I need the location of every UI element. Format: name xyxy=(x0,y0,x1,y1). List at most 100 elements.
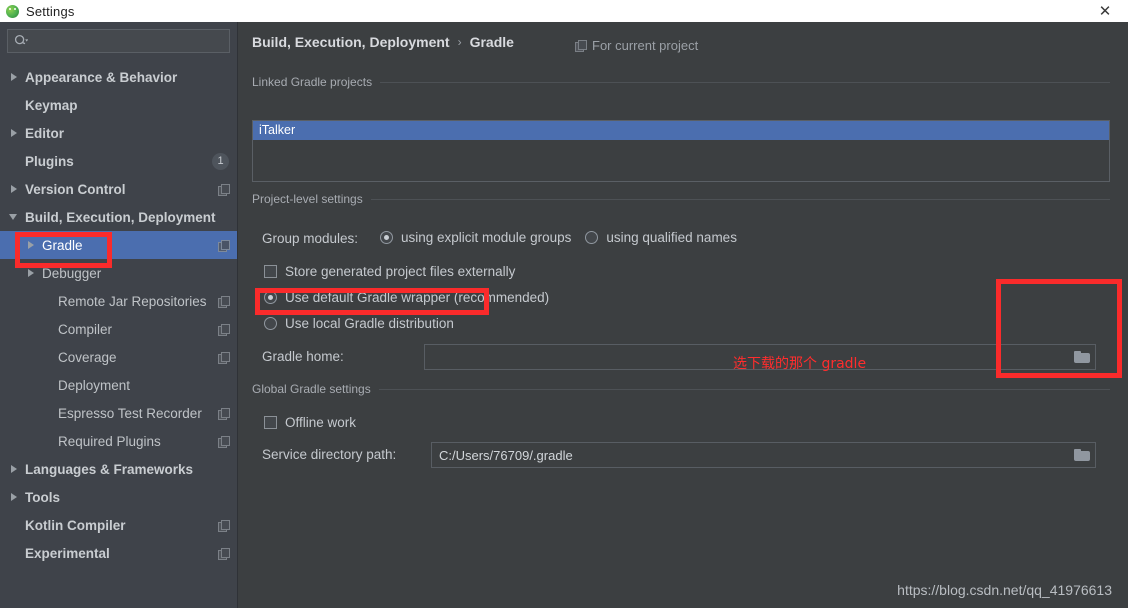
search-area xyxy=(0,22,237,59)
sidebar-item-label: Compiler xyxy=(58,321,113,337)
android-studio-icon xyxy=(4,2,22,20)
sidebar-item-kotlin-compiler[interactable]: Kotlin Compiler xyxy=(0,511,237,539)
breadcrumb-parent[interactable]: Build, Execution, Deployment xyxy=(252,34,450,50)
radio-using-qualified-names[interactable] xyxy=(585,231,599,244)
sidebar-item-label: Plugins xyxy=(25,153,74,169)
settings-sidebar: Appearance & Behavior Keymap Editor Plugins… xyxy=(0,22,238,608)
folder-icon xyxy=(1074,351,1090,363)
sidebar-item-label: Deployment xyxy=(58,377,131,393)
sidebar-item-label: Editor xyxy=(25,125,64,141)
sidebar-item-label: Version Control xyxy=(25,181,126,197)
sidebar-item-tools[interactable]: Tools xyxy=(0,483,237,511)
status-badge: 1 xyxy=(212,152,229,170)
chevron-right-icon[interactable] xyxy=(9,72,20,83)
sidebar-item-editor[interactable]: Editor xyxy=(0,119,237,147)
copy-settings-icon[interactable] xyxy=(218,435,230,448)
copy-settings-icon[interactable] xyxy=(218,407,230,420)
folder-icon xyxy=(1074,449,1090,461)
sidebar-item-version-control[interactable]: Version Control xyxy=(0,175,237,203)
chevron-down-icon[interactable] xyxy=(9,212,20,223)
chevron-right-icon[interactable] xyxy=(9,184,20,195)
sidebar-item-required-plugins[interactable]: Required Plugins xyxy=(0,427,237,455)
store-externally-label[interactable]: Store generated project files externally xyxy=(285,264,515,279)
sidebar-item-label: Remote Jar Repositories xyxy=(58,293,207,309)
window-title: Settings xyxy=(26,3,75,19)
offline-work-row[interactable]: Offline work xyxy=(264,415,356,430)
sidebar-item-label: Debugger xyxy=(42,265,102,281)
store-externally-row[interactable]: Store generated project files externally xyxy=(264,264,515,279)
section-linked-projects-label: Linked Gradle projects xyxy=(252,75,373,89)
close-icon[interactable]: ✕ xyxy=(1082,0,1128,22)
checkbox-store-generated-project-files-externally[interactable] xyxy=(264,265,277,278)
section-project-level: Project-level settings xyxy=(252,192,1110,206)
sidebar-item-experimental[interactable]: Experimental xyxy=(0,539,237,567)
service-directory-value[interactable]: C:/Users/76709/.gradle xyxy=(432,448,1069,463)
radio-use-local-gradle-distribution[interactable] xyxy=(264,317,277,330)
use-default-wrapper-label[interactable]: Use default Gradle wrapper (recommended) xyxy=(285,290,549,305)
section-project-level-label: Project-level settings xyxy=(252,192,363,206)
sidebar-item-compiler[interactable]: Compiler xyxy=(0,315,237,343)
breadcrumb-current: Gradle xyxy=(469,34,514,50)
sidebar-item-label: Keymap xyxy=(25,97,78,113)
chevron-right-icon: › xyxy=(457,35,462,49)
sidebar-item-label: Kotlin Compiler xyxy=(25,517,126,533)
sidebar-item-plugins[interactable]: Plugins 1 xyxy=(0,147,237,175)
radio-using-qualified-names-label[interactable]: using qualified names xyxy=(606,230,737,245)
list-item[interactable]: iTalker xyxy=(253,121,1109,140)
group-modules-options: using explicit module groups using quali… xyxy=(380,230,737,245)
sidebar-item-espresso-test-recorder[interactable]: Espresso Test Recorder xyxy=(0,399,237,427)
sidebar-item-build-execution-deployment[interactable]: Build, Execution, Deployment xyxy=(0,203,237,231)
section-global-settings-label: Global Gradle settings xyxy=(252,382,371,396)
chevron-right-icon[interactable] xyxy=(26,240,37,251)
linked-projects-list[interactable]: iTalker xyxy=(252,120,1110,182)
copy-settings-icon[interactable] xyxy=(218,323,230,336)
chevron-right-icon[interactable] xyxy=(9,128,20,139)
service-directory-field[interactable]: C:/Users/76709/.gradle xyxy=(431,442,1096,468)
search-box[interactable] xyxy=(7,29,230,53)
breadcrumb: Build, Execution, Deployment › Gradle xyxy=(252,34,514,50)
sidebar-item-appearance-behavior[interactable]: Appearance & Behavior xyxy=(0,63,237,91)
sidebar-item-deployment[interactable]: Deployment xyxy=(0,371,237,399)
service-directory-label: Service directory path: xyxy=(262,447,397,462)
copy-settings-icon[interactable] xyxy=(218,295,230,308)
copy-settings-icon[interactable] xyxy=(218,239,230,252)
divider xyxy=(378,388,1110,390)
radio-using-explicit-module-groups-label[interactable]: using explicit module groups xyxy=(401,230,571,245)
sidebar-item-label: Tools xyxy=(25,489,60,505)
search-input[interactable] xyxy=(28,34,229,48)
offline-work-label[interactable]: Offline work xyxy=(285,415,356,430)
sidebar-item-remote-jar-repositories[interactable]: Remote Jar Repositories xyxy=(0,287,237,315)
radio-using-explicit-module-groups[interactable] xyxy=(380,231,393,244)
sidebar-item-coverage[interactable]: Coverage xyxy=(0,343,237,371)
sidebar-item-label: Build, Execution, Deployment xyxy=(25,209,216,225)
copy-settings-icon[interactable] xyxy=(218,519,230,532)
gradle-home-browse-button[interactable] xyxy=(1069,345,1095,369)
copy-settings-icon[interactable] xyxy=(218,183,230,196)
sidebar-item-label: Appearance & Behavior xyxy=(25,69,178,85)
use-default-wrapper-row[interactable]: Use default Gradle wrapper (recommended) xyxy=(264,290,549,305)
group-modules-label: Group modules: xyxy=(262,231,359,246)
section-linked-projects: Linked Gradle projects xyxy=(252,75,1110,89)
sidebar-item-debugger[interactable]: Debugger xyxy=(0,259,237,287)
sidebar-item-languages-frameworks[interactable]: Languages & Frameworks xyxy=(0,455,237,483)
copy-settings-icon[interactable] xyxy=(218,351,230,364)
sidebar-item-label: Espresso Test Recorder xyxy=(58,405,202,421)
use-local-distribution-row[interactable]: Use local Gradle distribution xyxy=(264,316,454,331)
radio-use-default-gradle-wrapper[interactable] xyxy=(264,291,277,304)
section-global-settings: Global Gradle settings xyxy=(252,382,1110,396)
chevron-right-icon[interactable] xyxy=(9,464,20,475)
sidebar-item-gradle[interactable]: Gradle xyxy=(0,231,237,259)
chevron-right-icon[interactable] xyxy=(9,492,20,503)
chevron-right-icon[interactable] xyxy=(26,268,37,279)
settings-content-panel: Build, Execution, Deployment › Gradle Fo… xyxy=(238,22,1128,608)
checkbox-offline-work[interactable] xyxy=(264,416,277,429)
settings-dialog: Settings ✕ Appearance & Behavior Keymap Ed… xyxy=(0,0,1128,608)
sidebar-item-label: Coverage xyxy=(58,349,117,365)
window-titlebar: Settings ✕ xyxy=(0,0,1128,22)
sidebar-item-keymap[interactable]: Keymap xyxy=(0,91,237,119)
copy-settings-icon[interactable] xyxy=(218,547,230,560)
service-directory-browse-button[interactable] xyxy=(1069,443,1095,467)
use-local-distribution-label[interactable]: Use local Gradle distribution xyxy=(285,316,454,331)
scope-note: For current project xyxy=(575,38,698,53)
settings-tree: Appearance & Behavior Keymap Editor Plugins… xyxy=(0,59,237,567)
